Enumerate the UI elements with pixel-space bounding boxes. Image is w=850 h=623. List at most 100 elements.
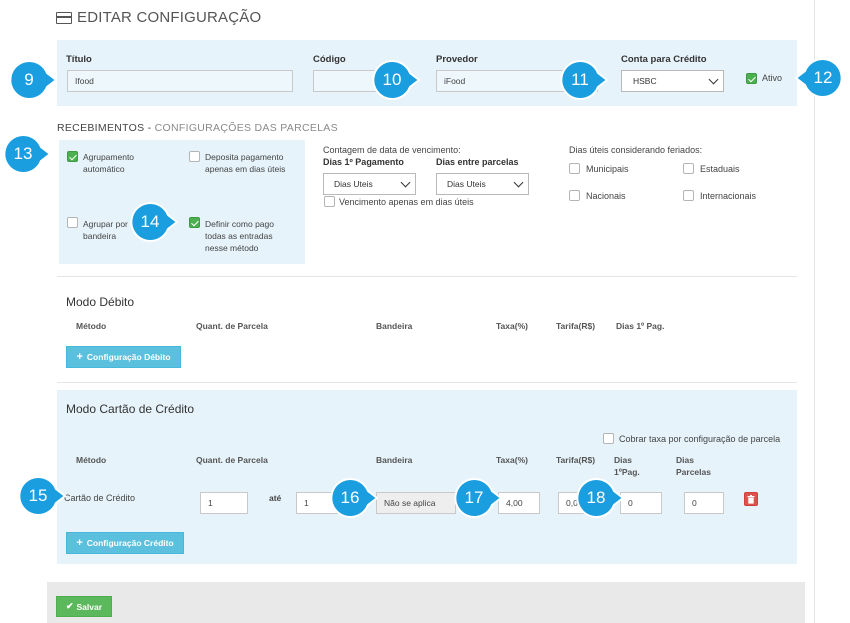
- callout-marker: 9: [9, 59, 58, 100]
- ativo-checkbox[interactable]: [746, 73, 757, 84]
- add-configuracao-credito-label: Configuração Crédito: [86, 538, 174, 548]
- vencimento-dias-uteis-checkbox[interactable]: [324, 196, 335, 207]
- credito-title: Modo Cartão de Crédito: [66, 402, 195, 416]
- callout-marker: 15: [18, 475, 67, 516]
- chevron-down-icon: [708, 74, 719, 85]
- agrupamento-label: Agrupamento automático: [83, 152, 135, 174]
- callout-number: 18: [586, 488, 606, 507]
- agrupamento-checkbox[interactable]: [67, 151, 78, 162]
- credit-card-icon: [56, 11, 72, 24]
- debito-title: Modo Débito: [66, 295, 135, 309]
- internacionais-checkbox[interactable]: [683, 190, 694, 201]
- deposita-label: Deposita pagamento apenas em dias úteis: [205, 152, 286, 174]
- internacionais-label: Internacionais: [700, 191, 757, 201]
- debito-col-bandeira: Bandeira: [376, 321, 413, 331]
- delete-row-button[interactable]: [744, 492, 758, 506]
- chevron-down-icon: [400, 177, 411, 188]
- add-configuracao-debito-label: Configuração Débito: [86, 352, 171, 362]
- callout-number: 17: [464, 488, 484, 507]
- callout-marker: 11: [560, 59, 609, 100]
- debito-col-dias: Dias 1º Pag.: [616, 321, 665, 331]
- estaduais-checkbox[interactable]: [683, 163, 694, 174]
- callout-number: 9: [24, 70, 34, 89]
- callout-marker: 18: [576, 477, 625, 518]
- dias-entre-parcelas-select[interactable]: Dias Uteis: [436, 173, 529, 195]
- dias-pag-input[interactable]: 0: [620, 492, 662, 514]
- dias-primeiro-pagamento-select[interactable]: Dias Uteis: [323, 173, 416, 195]
- callout-number: 12: [813, 68, 833, 87]
- conta-credito-value: HSBC: [633, 76, 657, 86]
- titulo-input[interactable]: Ifood: [67, 70, 293, 92]
- callout-number: 14: [140, 212, 160, 231]
- credito-col-bandeira: Bandeira: [376, 455, 413, 465]
- nacionais-label: Nacionais: [586, 191, 626, 201]
- nacionais-checkbox[interactable]: [569, 190, 580, 201]
- callout-marker: 13: [3, 133, 52, 174]
- dias-primeiro-pagamento-label: Dias 1º Pagamento: [323, 157, 404, 167]
- dias-parcelas-input[interactable]: 0: [684, 492, 724, 514]
- section-divider: [57, 276, 797, 277]
- recebimentos-title-sub: CONFIGURAÇÕES DAS PARCELAS: [154, 122, 338, 134]
- check-icon: ✔: [65, 601, 74, 611]
- callout-marker: 17: [454, 477, 503, 518]
- plus-icon: +: [76, 537, 83, 549]
- vencimento-dias-uteis-label: Vencimento apenas em dias úteis: [339, 197, 474, 207]
- debito-col-quant: Quant. de Parcela: [196, 321, 268, 331]
- debito-col-taxa: Taxa(%): [496, 321, 528, 331]
- credito-col-metodo: Método: [76, 455, 107, 465]
- trash-icon: [747, 494, 755, 504]
- form-footer: [47, 582, 805, 623]
- page-title-text: EDITAR CONFIGURAÇÃO: [77, 9, 262, 26]
- recebimentos-title: RECEBIMENTOS - CONFIGURAÇÕES DAS PARCELA…: [57, 122, 338, 134]
- save-button[interactable]: ✔ Salvar: [56, 596, 112, 617]
- debito-col-metodo: Método: [76, 321, 107, 331]
- feriados-label: Dias úteis considerando feriados:: [569, 145, 703, 155]
- callout-number: 13: [13, 144, 33, 163]
- titulo-label: Título: [66, 54, 92, 65]
- add-configuracao-credito-button[interactable]: + Configuração Crédito: [66, 532, 184, 554]
- callout-number: 16: [340, 488, 360, 507]
- taxa-input[interactable]: 4,00: [498, 492, 540, 514]
- callout-number: 10: [382, 70, 402, 89]
- cobrar-taxa-label: Cobrar taxa por configuração de parcela: [619, 434, 781, 444]
- cobrar-taxa-checkbox[interactable]: [603, 433, 614, 444]
- municipais-checkbox[interactable]: [569, 163, 580, 174]
- save-label: Salvar: [76, 601, 103, 612]
- dias-primeiro-pagamento-value: Dias Uteis: [334, 179, 373, 189]
- bandeira-input[interactable]: Não se aplica: [376, 492, 456, 514]
- ate-label: até: [269, 493, 282, 503]
- credito-row-metodo: Cartão de Crédito: [64, 493, 136, 503]
- callout-marker: 14: [130, 201, 179, 242]
- municipais-label: Municipais: [586, 164, 629, 174]
- callout-number: 11: [571, 70, 589, 89]
- provedor-label: Provedor: [436, 54, 478, 65]
- credito-col-dias-pag: Dias 1ºPag.: [614, 455, 640, 477]
- ativo-label: Ativo: [762, 73, 783, 83]
- callout-marker: 10: [372, 59, 421, 100]
- section-divider: [57, 382, 797, 383]
- deposita-checkbox[interactable]: [189, 151, 200, 162]
- plus-icon: +: [76, 351, 83, 363]
- dias-entre-parcelas-value: Dias Uteis: [447, 179, 486, 189]
- dias-entre-parcelas-label: Dias entre parcelas: [436, 157, 519, 167]
- callout-marker: 12: [794, 57, 843, 98]
- credito-col-dias-parcelas: Dias Parcelas: [676, 455, 711, 477]
- debito-col-tarifa: Tarifa(R$): [556, 321, 596, 331]
- add-configuracao-debito-button[interactable]: + Configuração Débito: [66, 346, 181, 368]
- estaduais-label: Estaduais: [700, 164, 740, 174]
- quant-de-input[interactable]: 1: [200, 492, 248, 514]
- credito-col-quant: Quant. de Parcela: [196, 455, 268, 465]
- chevron-down-icon: [513, 177, 524, 188]
- contagem-label: Contagem de data de vencimento:: [323, 145, 461, 155]
- conta-credito-label: Conta para Crédito: [621, 54, 707, 65]
- agrupar-bandeira-checkbox[interactable]: [67, 217, 78, 228]
- codigo-label: Código: [313, 54, 346, 65]
- conta-credito-select[interactable]: HSBC: [621, 70, 724, 92]
- definir-pago-checkbox[interactable]: [189, 217, 200, 228]
- callout-marker: 16: [330, 477, 379, 518]
- page-title: EDITAR CONFIGURAÇÃO: [56, 9, 261, 26]
- definir-pago-label: Definir como pago todas as entradas ness…: [205, 219, 274, 253]
- credito-col-tarifa: Tarifa(R$): [556, 455, 596, 465]
- recebimentos-title-main: RECEBIMENTOS -: [57, 122, 155, 134]
- callout-number: 15: [28, 486, 48, 505]
